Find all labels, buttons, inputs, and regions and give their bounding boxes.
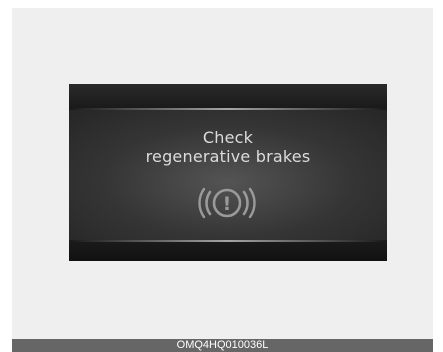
display-bottom-band [69, 242, 387, 261]
figure-code: OMQ4HQ010036L [176, 339, 269, 351]
cluster-display: Check regenerative brakes ! [69, 84, 387, 261]
exclamation-glyph: ! [223, 193, 232, 215]
display-top-band [69, 84, 387, 108]
illustration-frame: Check regenerative brakes ! [12, 8, 433, 339]
warning-subtitle: regenerative brakes [145, 147, 311, 166]
warning-title: Check [202, 128, 254, 147]
regenerative-brake-warning-icon: ! [198, 187, 256, 219]
